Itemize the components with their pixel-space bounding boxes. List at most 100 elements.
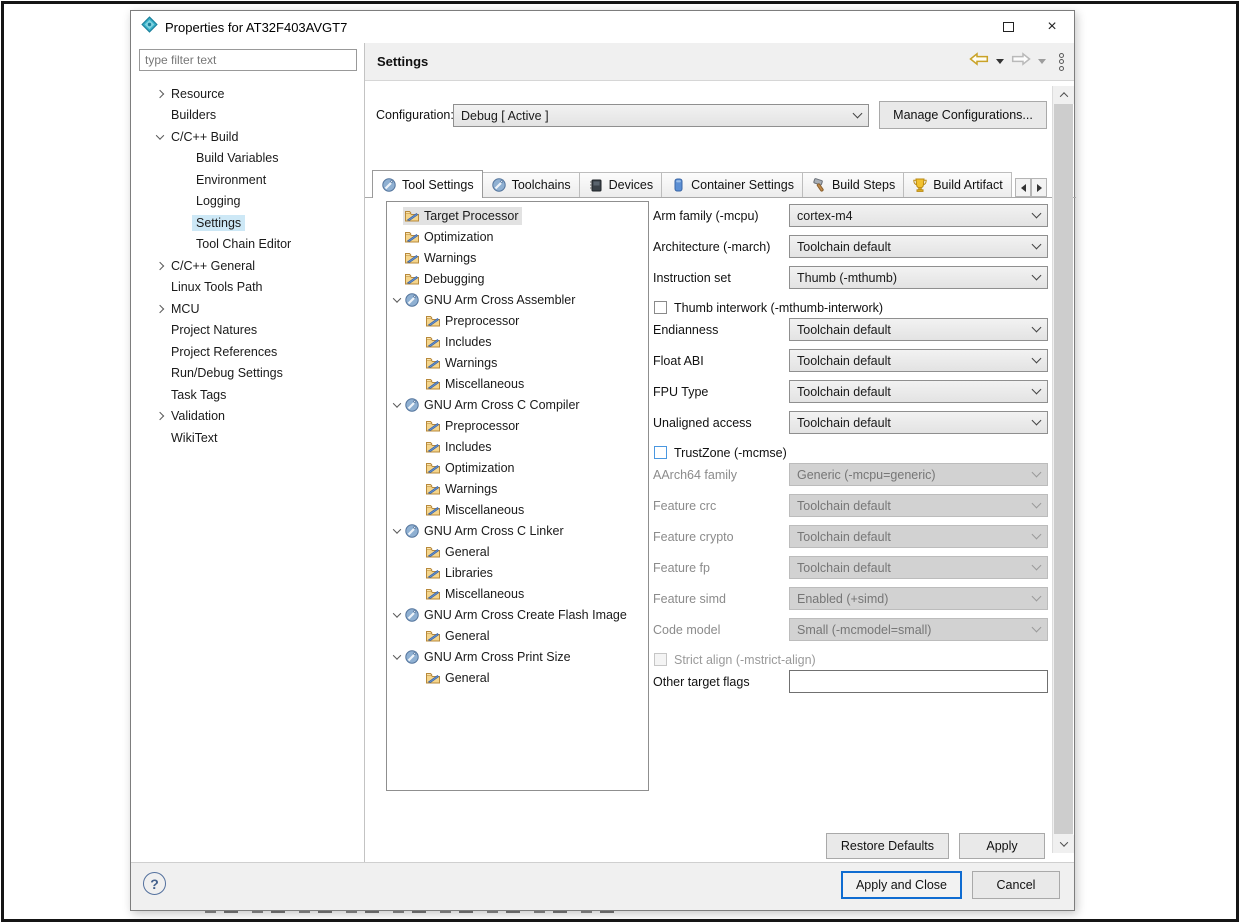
sidebar-item-task-tags[interactable]: Task Tags bbox=[131, 384, 364, 406]
unaligned-access-select[interactable]: Toolchain default bbox=[789, 411, 1048, 434]
chevron-right-icon[interactable] bbox=[156, 305, 164, 313]
help-button[interactable]: ? bbox=[143, 872, 166, 895]
tool-tree-item-label: GNU Arm Cross Print Size bbox=[424, 650, 571, 664]
view-menu-icon[interactable] bbox=[1059, 53, 1064, 71]
sidebar-item-tool-chain-editor[interactable]: Tool Chain Editor bbox=[131, 234, 364, 256]
manage-configurations-button[interactable]: Manage Configurations... bbox=[879, 101, 1047, 129]
thumb-interwork-mthumb-interwork-checkbox[interactable] bbox=[654, 301, 667, 314]
feature-crc-select: Toolchain default bbox=[789, 494, 1048, 517]
scrollbar-thumb[interactable] bbox=[1054, 104, 1073, 834]
tool-tree-item-miscellaneous[interactable]: Miscellaneous bbox=[387, 373, 648, 394]
chevron-right-icon[interactable] bbox=[156, 262, 164, 270]
trustzone-mcmse-checkbox[interactable] bbox=[654, 446, 667, 459]
apply-and-close-button[interactable]: Apply and Close bbox=[841, 871, 962, 899]
sidebar-item-logging[interactable]: Logging bbox=[131, 191, 364, 213]
sidebar-item-wikitext[interactable]: WikiText bbox=[131, 427, 364, 449]
back-arrow-icon[interactable] bbox=[969, 52, 989, 71]
tool-tree-item-general[interactable]: General bbox=[387, 541, 648, 562]
sidebar-item-c-c-build[interactable]: C/C++ Build bbox=[131, 126, 364, 148]
chevron-down-icon[interactable] bbox=[392, 651, 400, 659]
float-abi-select[interactable]: Toolchain default bbox=[789, 349, 1048, 372]
endianness-select[interactable]: Toolchain default bbox=[789, 318, 1048, 341]
tab-scroll-right-button[interactable] bbox=[1031, 178, 1047, 197]
sidebar-item-settings[interactable]: Settings bbox=[131, 212, 364, 234]
tool-tree-item-miscellaneous[interactable]: Miscellaneous bbox=[387, 499, 648, 520]
architecture-march-select[interactable]: Toolchain default bbox=[789, 235, 1048, 258]
field-label: Other target flags bbox=[653, 675, 789, 689]
tool-tree-item-includes[interactable]: Includes bbox=[387, 436, 648, 457]
sidebar-item-build-variables[interactable]: Build Variables bbox=[131, 148, 364, 170]
sidebar-item-builders[interactable]: Builders bbox=[131, 105, 364, 127]
chevron-down-icon[interactable] bbox=[392, 294, 400, 302]
tool-tree-item-optimization[interactable]: Optimization bbox=[387, 457, 648, 478]
tab-build-steps[interactable]: Build Steps bbox=[803, 172, 904, 197]
configuration-value: Debug [ Active ] bbox=[461, 109, 854, 123]
tool-tree-item-label: Miscellaneous bbox=[445, 377, 524, 391]
configuration-select[interactable]: Debug [ Active ] bbox=[453, 104, 869, 127]
settings-category-icon bbox=[404, 208, 420, 224]
tool-tree-item-gnu-arm-cross-print-size[interactable]: GNU Arm Cross Print Size bbox=[387, 646, 648, 667]
tool-tree-item-optimization[interactable]: Optimization bbox=[387, 226, 648, 247]
tool-tree-item-warnings[interactable]: Warnings bbox=[387, 478, 648, 499]
chevron-down-icon[interactable] bbox=[156, 131, 164, 139]
scroll-up-button[interactable] bbox=[1053, 86, 1074, 104]
close-button[interactable]: × bbox=[1030, 11, 1074, 43]
maximize-button[interactable] bbox=[986, 11, 1030, 43]
tool-tree-item-miscellaneous[interactable]: Miscellaneous bbox=[387, 583, 648, 604]
vertical-scrollbar[interactable] bbox=[1052, 86, 1073, 853]
chevron-down-icon bbox=[1032, 623, 1042, 633]
tool-tree-item-gnu-arm-cross-c-compiler[interactable]: GNU Arm Cross C Compiler bbox=[387, 394, 648, 415]
chevron-down-icon[interactable] bbox=[392, 399, 400, 407]
sidebar-item-project-references[interactable]: Project References bbox=[131, 341, 364, 363]
tool-tree-item-preprocessor[interactable]: Preprocessor bbox=[387, 415, 648, 436]
sidebar-item-validation[interactable]: Validation bbox=[131, 406, 364, 428]
tab-scroll-left-button[interactable] bbox=[1015, 178, 1031, 197]
instruction-set-select[interactable]: Thumb (-mthumb) bbox=[789, 266, 1048, 289]
sidebar-item-run-debug-settings[interactable]: Run/Debug Settings bbox=[131, 363, 364, 385]
chevron-right-icon[interactable] bbox=[156, 412, 164, 420]
restore-defaults-button[interactable]: Restore Defaults bbox=[826, 833, 949, 859]
chevron-down-icon[interactable] bbox=[392, 609, 400, 617]
fpu-type-select[interactable]: Toolchain default bbox=[789, 380, 1048, 403]
tool-tree-item-general[interactable]: General bbox=[387, 667, 648, 688]
field-label: Feature simd bbox=[653, 592, 789, 606]
other-target-flags-input[interactable] bbox=[789, 670, 1048, 693]
tool-tree-item-debugging[interactable]: Debugging bbox=[387, 268, 648, 289]
forward-arrow-icon[interactable] bbox=[1011, 52, 1031, 71]
tool-tree-item-general[interactable]: General bbox=[387, 625, 648, 646]
tool-tree-item-warnings[interactable]: Warnings bbox=[387, 352, 648, 373]
scroll-down-button[interactable] bbox=[1053, 835, 1074, 853]
tab-devices[interactable]: Devices bbox=[580, 172, 662, 197]
tab-toolchains[interactable]: Toolchains bbox=[483, 172, 580, 197]
apply-button[interactable]: Apply bbox=[959, 833, 1045, 859]
cancel-button[interactable]: Cancel bbox=[972, 871, 1060, 899]
forward-history-caret-icon[interactable] bbox=[1038, 59, 1046, 64]
tool-tree-item-includes[interactable]: Includes bbox=[387, 331, 648, 352]
sidebar-item-mcu[interactable]: MCU bbox=[131, 298, 364, 320]
tab-build-artifact[interactable]: Build Artifact bbox=[904, 172, 1011, 197]
tool-tree-item-label: Includes bbox=[445, 440, 492, 454]
sidebar-item-resource[interactable]: Resource bbox=[131, 83, 364, 105]
filter-input[interactable] bbox=[139, 49, 357, 71]
settings-category-icon bbox=[404, 250, 420, 266]
sidebar-item-environment[interactable]: Environment bbox=[131, 169, 364, 191]
chevron-down-icon[interactable] bbox=[392, 525, 400, 533]
sidebar-item-linux-tools-path[interactable]: Linux Tools Path bbox=[131, 277, 364, 299]
tool-tree-item-preprocessor[interactable]: Preprocessor bbox=[387, 310, 648, 331]
tab-tool-settings[interactable]: Tool Settings bbox=[372, 170, 483, 198]
tool-tree-item-warnings[interactable]: Warnings bbox=[387, 247, 648, 268]
sidebar-item-project-natures[interactable]: Project Natures bbox=[131, 320, 364, 342]
back-history-caret-icon[interactable] bbox=[996, 59, 1004, 64]
chevron-right-icon[interactable] bbox=[156, 90, 164, 98]
tab-container-settings[interactable]: Container Settings bbox=[662, 172, 803, 197]
field-label: Code model bbox=[653, 623, 789, 637]
tool-tree-item-libraries[interactable]: Libraries bbox=[387, 562, 648, 583]
tool-tree-item-target-processor[interactable]: Target Processor bbox=[387, 205, 648, 226]
field-label: Feature crc bbox=[653, 499, 789, 513]
field-label: Feature fp bbox=[653, 561, 789, 575]
tool-tree-item-gnu-arm-cross-create-flash-image[interactable]: GNU Arm Cross Create Flash Image bbox=[387, 604, 648, 625]
sidebar-item-c-c-general[interactable]: C/C++ General bbox=[131, 255, 364, 277]
arm-family-mcpu-select[interactable]: cortex-m4 bbox=[789, 204, 1048, 227]
tool-tree-item-gnu-arm-cross-assembler[interactable]: GNU Arm Cross Assembler bbox=[387, 289, 648, 310]
tool-tree-item-gnu-arm-cross-c-linker[interactable]: GNU Arm Cross C Linker bbox=[387, 520, 648, 541]
